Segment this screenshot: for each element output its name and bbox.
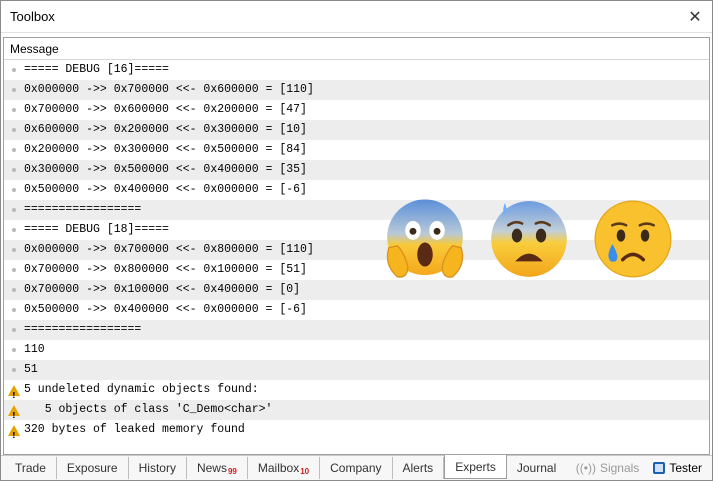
tab-label: Company: [330, 461, 382, 475]
message-row[interactable]: 0x500000 ->> 0x400000 <<- 0x000000 = [-6…: [4, 300, 709, 320]
message-text: 0x000000 ->> 0x700000 <<- 0x800000 = [11…: [24, 243, 314, 256]
message-text: 0x000000 ->> 0x700000 <<- 0x600000 = [11…: [24, 83, 314, 96]
toolbox-window: Toolbox ✕ Message ===== DEBUG [16]===== 0…: [0, 0, 713, 481]
info-dot-icon: [12, 108, 16, 112]
message-text: ===== DEBUG [16]=====: [24, 63, 169, 76]
tester-button[interactable]: Tester: [653, 461, 702, 475]
message-row[interactable]: 0x200000 ->> 0x300000 <<- 0x500000 = [84…: [4, 140, 709, 160]
signals-button[interactable]: ((•)) Signals: [576, 461, 640, 475]
close-icon: ✕: [688, 8, 702, 26]
tab-company[interactable]: Company: [320, 457, 393, 479]
tab-bar-right: ((•)) Signals Tester: [576, 461, 712, 475]
info-dot-icon: [12, 188, 16, 192]
message-row[interactable]: 110: [4, 340, 709, 360]
tab-experts[interactable]: Experts: [444, 455, 507, 479]
message-row[interactable]: 0x600000 ->> 0x200000 <<- 0x300000 = [10…: [4, 120, 709, 140]
message-row[interactable]: 0x700000 ->> 0x100000 <<- 0x400000 = [0]: [4, 280, 709, 300]
tab-bar: Trade Exposure History News 99 Mailbox 10 Compa…: [1, 455, 712, 480]
title-bar: Toolbox ✕: [1, 1, 712, 33]
message-text: 0x700000 ->> 0x800000 <<- 0x100000 = [51…: [24, 263, 307, 276]
warning-icon: [8, 404, 20, 426]
signal-icon: ((•)): [575, 461, 596, 475]
tab-label: Trade: [15, 461, 46, 475]
tester-icon: [653, 462, 666, 474]
anxious-face-icon: [491, 201, 567, 277]
message-text: 110: [24, 343, 45, 356]
message-row[interactable]: 0x000000 ->> 0x700000 <<- 0x600000 = [11…: [4, 80, 709, 100]
tab-alerts[interactable]: Alerts: [393, 457, 445, 479]
message-text: 0x200000 ->> 0x300000 <<- 0x500000 = [84…: [24, 143, 307, 156]
info-dot-icon: [12, 248, 16, 252]
warning-icon: [8, 384, 20, 406]
tab-exposure[interactable]: Exposure: [57, 457, 129, 479]
message-text: 0x500000 ->> 0x400000 <<- 0x000000 = [-6…: [24, 303, 307, 316]
message-text: 0x300000 ->> 0x500000 <<- 0x400000 = [35…: [24, 163, 307, 176]
tab-trade[interactable]: Trade: [5, 457, 57, 479]
window-title: Toolbox: [10, 9, 55, 24]
tab-label: Alerts: [402, 461, 434, 475]
info-dot-icon: [12, 168, 16, 172]
emoji-overlay: [382, 196, 676, 282]
close-button[interactable]: ✕: [678, 2, 712, 32]
crying-face-icon: [594, 200, 672, 278]
message-text: 0x700000 ->> 0x600000 <<- 0x200000 = [47…: [24, 103, 307, 116]
info-dot-icon: [12, 328, 16, 332]
message-text: 320 bytes of leaked memory found: [24, 423, 245, 436]
message-text: =================: [24, 323, 142, 336]
info-dot-icon: [12, 148, 16, 152]
message-text: 0x500000 ->> 0x400000 <<- 0x000000 = [-6…: [24, 183, 307, 196]
message-text: 5 undeleted dynamic objects found:: [24, 383, 259, 396]
message-row[interactable]: 0x700000 ->> 0x600000 <<- 0x200000 = [47…: [4, 100, 709, 120]
tab-badge: 99: [227, 467, 237, 476]
tab-journal[interactable]: Journal: [507, 457, 566, 479]
info-dot-icon: [12, 128, 16, 132]
message-row[interactable]: 5 undeleted dynamic objects found:: [4, 380, 709, 406]
info-dot-icon: [12, 68, 16, 72]
info-dot-icon: [12, 268, 16, 272]
message-row[interactable]: 320 bytes of leaked memory found: [4, 420, 709, 446]
message-row[interactable]: ===== DEBUG [16]=====: [4, 60, 709, 80]
message-text: 0x700000 ->> 0x100000 <<- 0x400000 = [0]: [24, 283, 301, 296]
warning-icon: [8, 424, 20, 446]
message-row[interactable]: 5 objects of class 'C_Demo<char>': [4, 400, 709, 426]
info-dot-icon: [12, 228, 16, 232]
info-dot-icon: [12, 348, 16, 352]
message-text: ===== DEBUG [18]=====: [24, 223, 169, 236]
info-dot-icon: [12, 308, 16, 312]
tab-label: Exposure: [66, 461, 118, 475]
tab-history[interactable]: History: [129, 457, 187, 479]
message-column-header[interactable]: Message: [4, 38, 709, 60]
tab-mailbox[interactable]: Mailbox 10: [248, 457, 321, 479]
tab-label: Experts: [455, 459, 496, 474]
info-dot-icon: [12, 368, 16, 372]
info-dot-icon: [12, 288, 16, 292]
message-text: 51: [24, 363, 38, 376]
tab-label: Journal: [516, 461, 557, 475]
tab-label: News: [196, 461, 227, 475]
signals-label: Signals: [599, 461, 640, 475]
tab-label: History: [138, 461, 176, 475]
message-text: 0x600000 ->> 0x200000 <<- 0x300000 = [10…: [24, 123, 307, 136]
info-dot-icon: [12, 88, 16, 92]
message-row[interactable]: 0x300000 ->> 0x500000 <<- 0x400000 = [35…: [4, 160, 709, 180]
messages-panel[interactable]: Message ===== DEBUG [16]===== 0x000000 ->…: [3, 37, 710, 455]
tab-badge: 10: [300, 467, 310, 476]
tab-news[interactable]: News 99: [187, 457, 248, 479]
tab-label: Mailbox: [257, 461, 300, 475]
tester-label: Tester: [669, 461, 702, 475]
message-text: =================: [24, 203, 142, 216]
screaming-face-icon: [386, 199, 464, 278]
message-row[interactable]: =================: [4, 320, 709, 340]
message-row[interactable]: 51: [4, 360, 709, 380]
info-dot-icon: [12, 208, 16, 212]
message-text: 5 objects of class 'C_Demo<char>': [24, 403, 273, 416]
